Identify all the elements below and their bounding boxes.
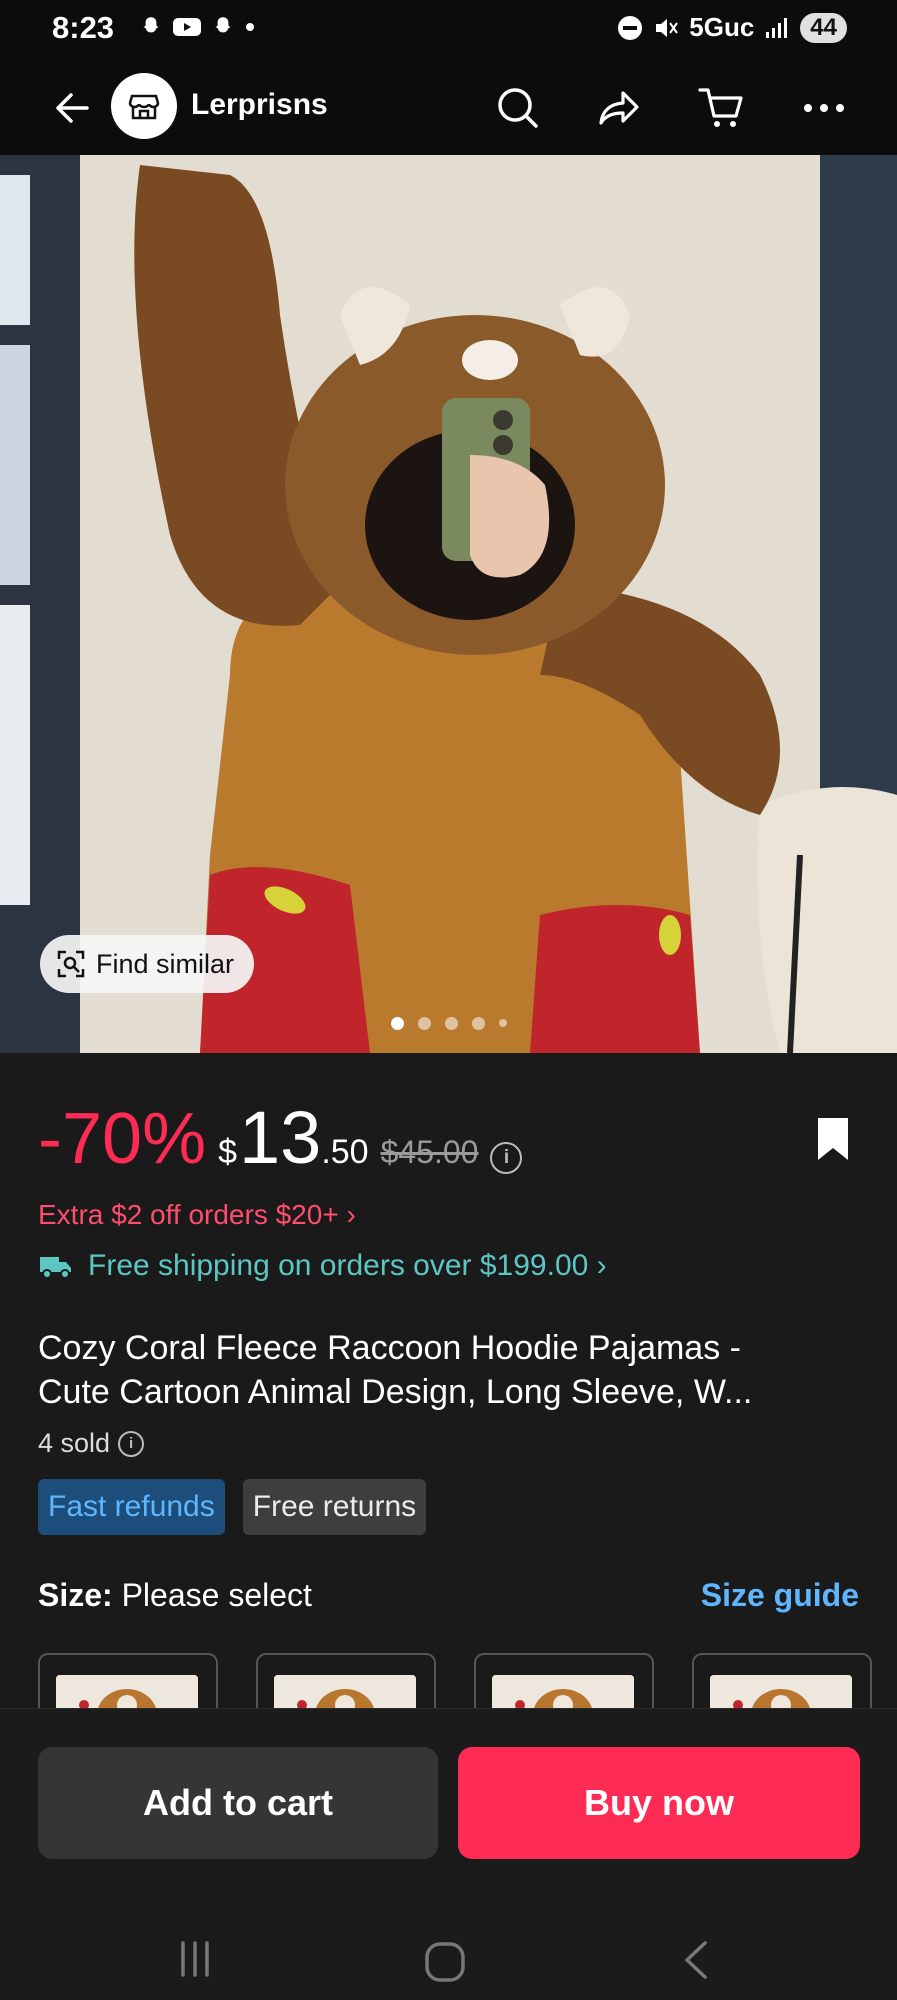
carousel-dot[interactable] <box>390 1017 404 1030</box>
free-shipping-text: Free shipping on orders over $199.00 › <box>88 1249 607 1282</box>
discount-percent: -70% <box>38 1099 207 1179</box>
search-button[interactable] <box>490 80 546 136</box>
more-icon <box>804 104 844 112</box>
top-nav-bar: Lerprisns <box>0 60 897 155</box>
carousel-indicator <box>0 1017 897 1030</box>
arrow-left-icon <box>56 93 89 123</box>
price-row: -70% $ 13 .50 $45.00 i <box>38 1095 523 1180</box>
mute-icon <box>656 18 679 37</box>
recent-apps-icon <box>181 1941 209 1977</box>
youtube-icon <box>173 18 201 36</box>
share-icon <box>599 91 639 125</box>
snapchat-icon <box>143 17 159 33</box>
more-notifications-icon <box>246 23 254 31</box>
product-title-line: Cozy Coral Fleece Raccoon Hoodie Pajamas… <box>38 1329 741 1367</box>
home-icon <box>425 1942 465 1982</box>
bookmark-icon <box>818 1118 848 1160</box>
product-image-carousel[interactable]: Find similar <box>0 155 897 1053</box>
store-icon <box>128 94 160 120</box>
service-tags: Fast refunds Free returns <box>38 1479 427 1535</box>
network-label: 5Guc <box>689 12 755 42</box>
currency-symbol: $ <box>218 1133 238 1171</box>
recent-apps-button[interactable] <box>170 1939 220 1979</box>
store-name[interactable]: Lerprisns <box>191 88 328 122</box>
bottom-action-bar: Add to cart Buy now <box>0 1708 897 2000</box>
system-back-button[interactable] <box>670 1939 720 1981</box>
product-title: Cozy Coral Fleece Raccoon Hoodie Pajamas… <box>38 1326 858 1414</box>
fast-refunds-tag: Fast refunds <box>38 1479 225 1535</box>
sold-count: 4 sold i <box>38 1428 145 1459</box>
status-time: 8:23 <box>52 10 115 45</box>
price-cents: .50 <box>321 1133 369 1171</box>
sold-count-text: 4 sold <box>38 1428 111 1458</box>
size-value: Please select <box>121 1577 312 1613</box>
buy-now-button[interactable]: Buy now <box>458 1747 860 1859</box>
price-whole: 13 <box>239 1096 322 1179</box>
carousel-dot[interactable] <box>417 1017 431 1030</box>
home-button[interactable] <box>420 1939 470 1985</box>
cart-icon <box>698 88 743 127</box>
bookmark-button[interactable] <box>814 1116 852 1167</box>
status-bar: 8:23 5Guc 44 <box>0 0 897 60</box>
free-shipping-banner[interactable]: Free shipping on orders over $199.00 › <box>38 1249 607 1283</box>
add-to-cart-button[interactable]: Add to cart <box>38 1747 438 1859</box>
snapchat-icon-2 <box>215 17 231 33</box>
do-not-disturb-icon <box>618 15 643 40</box>
carousel-dot[interactable] <box>444 1017 458 1030</box>
original-price: $45.00 <box>380 1134 479 1170</box>
store-avatar[interactable] <box>111 73 177 139</box>
product-photo <box>0 155 897 1053</box>
carousel-dot[interactable] <box>471 1017 485 1030</box>
more-options-button[interactable] <box>796 80 852 136</box>
share-button[interactable] <box>592 80 648 136</box>
status-right: 5Guc 44 <box>617 12 847 43</box>
carousel-dot[interactable] <box>498 1019 507 1027</box>
extra-discount-promo[interactable]: Extra $2 off orders $20+ › <box>38 1199 356 1231</box>
size-label: Size: <box>38 1577 113 1613</box>
sold-info-icon[interactable]: i <box>118 1430 145 1457</box>
back-button[interactable] <box>44 80 100 136</box>
product-title-line: Cute Cartoon Animal Design, Long Sleeve,… <box>38 1373 753 1411</box>
chevron-left-icon <box>685 1941 707 1979</box>
search-icon <box>498 88 538 128</box>
scan-icon <box>57 950 85 978</box>
size-guide-link[interactable]: Size guide <box>701 1577 859 1614</box>
price-info-icon[interactable]: i <box>490 1142 523 1174</box>
signal-icon <box>766 17 788 38</box>
battery-indicator: 44 <box>800 12 847 43</box>
truck-icon <box>40 1257 71 1279</box>
size-selector-row[interactable]: Size: Please select <box>38 1577 312 1614</box>
free-returns-tag: Free returns <box>242 1479 427 1535</box>
find-similar-button[interactable]: Find similar <box>40 935 255 993</box>
find-similar-label: Find similar <box>96 948 235 979</box>
cart-button[interactable] <box>693 80 749 136</box>
notification-icons <box>138 14 256 40</box>
